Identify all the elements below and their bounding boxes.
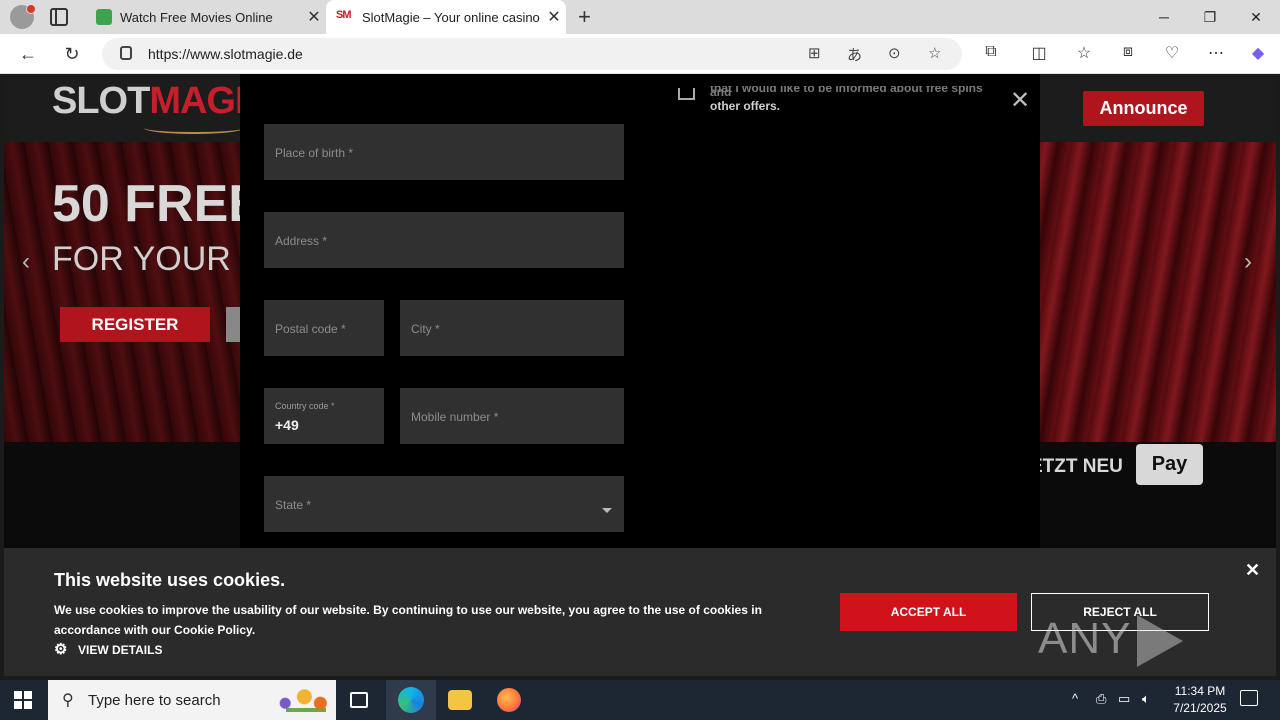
translate-icon[interactable]: あ (847, 44, 862, 65)
state-select[interactable]: State * (264, 476, 624, 532)
register-button[interactable]: REGISTER (60, 307, 210, 342)
taskbar-search[interactable]: ⚲ Type here to search (48, 680, 336, 720)
cookie-banner: This website uses cookies. We use cookie… (4, 548, 1276, 676)
favorites-icon[interactable]: ☆ (1073, 43, 1095, 63)
sm-favicon-icon: SM (336, 9, 352, 21)
consent-text: that I would like to be informed about f… (710, 86, 983, 113)
browser-essentials-icon[interactable]: ♡ (1161, 43, 1183, 63)
slider-next-icon[interactable]: › (1244, 248, 1252, 276)
mobile-number-field[interactable]: Mobile number * (400, 388, 624, 444)
url-text[interactable]: https://www.slotmagie.de (148, 46, 303, 62)
more-reading-icon[interactable]: ⊙ (888, 44, 901, 62)
payment-text: ETZT NEU (1030, 456, 1123, 477)
browser-tab-bar: Watch Free Movies Online ✕ SM SlotMagie … (0, 0, 1280, 34)
windows-start-icon[interactable] (14, 691, 32, 709)
refresh-icon[interactable]: ↻ (59, 42, 85, 66)
search-placeholder: Type here to search (88, 692, 221, 709)
apple-pay-badge: Pay (1136, 444, 1203, 485)
favorite-star-icon[interactable]: ☆ (928, 44, 941, 62)
volume-icon[interactable]: 🔈︎ (1142, 691, 1150, 707)
registration-modal: that I would like to be informed about f… (240, 74, 1040, 549)
postal-code-field[interactable]: Postal code * (264, 300, 384, 356)
meet-now-icon[interactable]: ⎙ (1096, 691, 1106, 707)
leaf-favicon-icon (96, 9, 112, 25)
gear-icon: ⚙ (54, 641, 68, 658)
profile-avatar-icon[interactable] (10, 4, 36, 29)
search-icon: ⚲ (62, 692, 74, 709)
app-available-icon[interactable]: ⊞ (808, 44, 821, 62)
cookie-close-icon[interactable]: ✕ (1245, 560, 1260, 581)
tab-actions-icon[interactable] (50, 8, 68, 26)
clock-time: 11:34 PM (1174, 684, 1226, 698)
dropdown-caret-icon (602, 508, 612, 513)
slotmagie-logo[interactable]: SLOTMAGI (52, 80, 246, 123)
tab-title: Watch Free Movies Online (120, 9, 273, 25)
minimize-icon[interactable]: ─ (1141, 0, 1187, 34)
accept-all-button[interactable]: ACCEPT ALL (840, 593, 1017, 631)
lock-icon[interactable] (120, 46, 132, 60)
view-details-link[interactable]: ⚙ VIEW DETAILS (54, 642, 162, 658)
city-field[interactable]: City * (400, 300, 624, 356)
restore-icon[interactable]: ❐ (1187, 0, 1233, 34)
tab-slotmagie[interactable]: SM SlotMagie – Your online casino in ✕ (326, 0, 566, 34)
cookie-title: This website uses cookies. (54, 570, 286, 590)
new-tab-plus-icon[interactable]: + (578, 4, 591, 30)
anyrun-watermark: ANYRUN (1038, 614, 1276, 676)
collections-icon[interactable]: ⧈ (1117, 43, 1139, 61)
announce-button[interactable]: Announce (1083, 91, 1204, 126)
firefox-icon[interactable] (497, 688, 521, 712)
address-field[interactable]: Address * (264, 212, 624, 268)
tab-close-icon[interactable]: ✕ (542, 7, 566, 27)
system-clock[interactable]: 11:34 PM 7/21/2025 (1160, 683, 1240, 717)
copilot-icon[interactable]: ◆ (1247, 43, 1269, 63)
extensions-icon[interactable]: ⧉ (980, 43, 1002, 61)
url-field[interactable]: https://www.slotmagie.de ⊞ あ ⊙ ☆ (102, 38, 962, 70)
consent-checkbox[interactable] (678, 88, 695, 100)
web-page: SLOTMAGI Announce 50 FREE FOR YOUR F ‹ ›… (4, 74, 1276, 676)
place-of-birth-field[interactable]: Place of birth * (264, 124, 624, 180)
back-arrow-icon[interactable]: ← (15, 42, 41, 66)
notification-center-icon[interactable] (1240, 690, 1258, 706)
play-icon (1137, 615, 1184, 668)
flowers-decoration (266, 684, 330, 716)
tab-watch-free-movies[interactable]: Watch Free Movies Online ✕ (86, 0, 326, 34)
logo-swoosh (144, 122, 244, 134)
hero-headline: 50 FREE (52, 175, 263, 233)
split-screen-icon[interactable]: ◫ (1028, 43, 1050, 63)
slider-prev-icon[interactable]: ‹ (22, 248, 30, 276)
tab-title: SlotMagie – Your online casino in (362, 9, 542, 25)
settings-more-icon[interactable]: ⋯ (1205, 43, 1227, 63)
hero-subline: FOR YOUR F (52, 240, 262, 278)
windows-taskbar: ⚲ Type here to search ^ ⎙ ▭ 🔈︎ 11:34 PM … (0, 680, 1280, 720)
network-icon[interactable]: ▭ (1118, 691, 1130, 707)
edge-browser-icon[interactable] (398, 687, 424, 713)
country-code-field[interactable]: Country code * +49 (264, 388, 384, 444)
cookie-text: We use cookies to improve the usability … (54, 603, 762, 637)
address-bar: ← ↻ https://www.slotmagie.de ⊞ あ ⊙ ☆ ⧉ ◫… (0, 34, 1280, 74)
tab-close-icon[interactable]: ✕ (302, 7, 326, 27)
window-close-icon[interactable]: ✕ (1233, 0, 1279, 34)
show-hidden-icons-icon[interactable]: ^ (1072, 691, 1078, 706)
task-view-icon[interactable] (350, 692, 368, 708)
modal-close-icon[interactable]: ✕ (1010, 86, 1030, 115)
file-explorer-icon[interactable] (448, 690, 472, 710)
curtain-right (1036, 142, 1276, 442)
clock-date: 7/21/2025 (1173, 701, 1227, 715)
